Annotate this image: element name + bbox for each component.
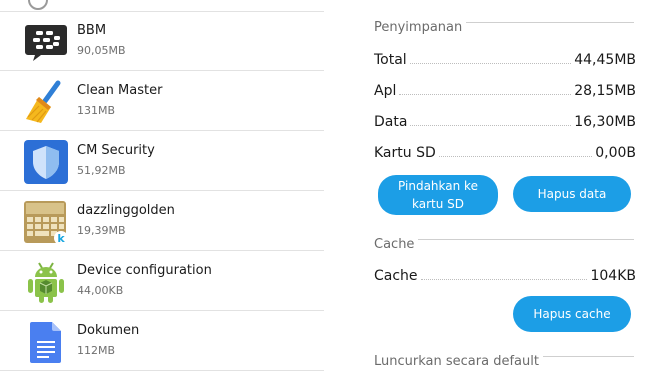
storage-label: Total (374, 52, 407, 68)
storage-value: 28,15MB (574, 83, 636, 99)
app-name: BBM (77, 23, 107, 38)
app-item-cm-security[interactable]: CM Security 51,92MB (0, 131, 324, 191)
app-item-dazzlinggolden[interactable]: k dazzlinggolden 19,39MB (0, 191, 324, 251)
storage-row-data: Data 16,30MB (374, 110, 636, 130)
section-divider (542, 356, 634, 357)
launch-default-title: Luncurkan secara default (374, 354, 539, 369)
app-name: Dokumen (77, 323, 140, 338)
app-list-pane: BBM 90,05MB Clean Master 131MB CM Securi… (0, 0, 325, 376)
cache-section-title: Cache (374, 237, 415, 252)
leader-dots (438, 156, 593, 157)
app-size: 51,92MB (77, 164, 126, 177)
app-storage-details: Penyimpanan Total 44,45MB Apl 28,15MB Da… (324, 0, 671, 376)
clean-master-icon (23, 79, 69, 125)
app-item-device-configuration[interactable]: Device configuration 44,00KB (0, 251, 324, 311)
cache-value: 104KB (590, 268, 636, 284)
launch-default-section-header: Luncurkan secara default (374, 354, 634, 369)
storage-section-header: Penyimpanan (374, 20, 634, 35)
cache-row: Cache 104KB (374, 264, 636, 284)
app-name: dazzlinggolden (77, 203, 175, 218)
app-item-bbm[interactable]: BBM 90,05MB (0, 11, 324, 71)
leader-dots (399, 94, 572, 95)
storage-label: Data (374, 114, 408, 130)
app-size: 112MB (77, 344, 116, 357)
storage-label: Apl (374, 83, 397, 99)
keyboard-theme-icon: k (23, 199, 69, 245)
app-name: Clean Master (77, 83, 163, 98)
cm-security-icon (23, 139, 69, 185)
section-divider (418, 239, 634, 240)
app-name: Device configuration (77, 263, 212, 278)
leader-dots (420, 279, 588, 280)
leader-dots (409, 63, 572, 64)
app-icon-partial (28, 0, 48, 10)
storage-row-total: Total 44,45MB (374, 48, 636, 68)
storage-section-title: Penyimpanan (374, 20, 463, 35)
app-size: 90,05MB (77, 44, 126, 57)
app-list: BBM 90,05MB Clean Master 131MB CM Securi… (0, 11, 324, 371)
storage-value: 0,00B (595, 145, 636, 161)
app-item-clean-master[interactable]: Clean Master 131MB (0, 71, 324, 131)
app-item-dokumen[interactable]: Dokumen 112MB (0, 311, 324, 371)
leader-dots (410, 125, 572, 126)
section-divider (466, 22, 634, 23)
move-to-sd-button[interactable]: Pindahkan ke kartu SD (378, 175, 498, 215)
app-size: 19,39MB (77, 224, 126, 237)
clear-data-button[interactable]: Hapus data (513, 176, 631, 212)
svg-text:k: k (57, 232, 65, 245)
storage-value: 16,30MB (574, 114, 636, 130)
app-size: 131MB (77, 104, 116, 117)
storage-row-apl: Apl 28,15MB (374, 79, 636, 99)
storage-row-sd-card: Kartu SD 0,00B (374, 141, 636, 161)
android-icon (23, 259, 69, 305)
storage-value: 44,45MB (574, 52, 636, 68)
cache-label: Cache (374, 268, 418, 284)
cache-section-header: Cache (374, 237, 634, 252)
storage-label: Kartu SD (374, 145, 436, 161)
bbm-icon (23, 19, 69, 65)
docs-icon (23, 319, 69, 365)
app-name: CM Security (77, 143, 155, 158)
app-size: 44,00KB (77, 284, 124, 297)
clear-cache-button[interactable]: Hapus cache (513, 296, 631, 332)
